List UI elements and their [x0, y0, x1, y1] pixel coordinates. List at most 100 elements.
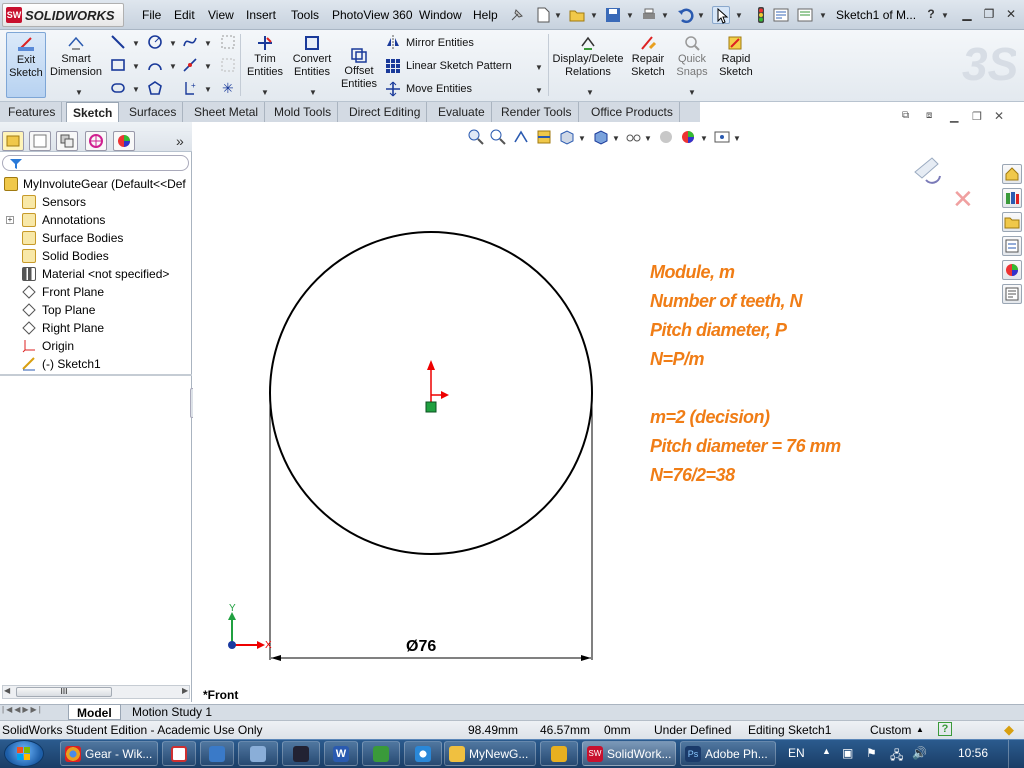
display-manager-tab-icon[interactable] — [113, 131, 135, 151]
taskbar-app3[interactable] — [200, 741, 234, 766]
solidworks-logo[interactable]: SW SOLIDWORKS — [2, 3, 124, 27]
tree-item-material[interactable]: Material <not specified> — [0, 265, 192, 283]
tree-item-solid-bodies[interactable]: Solid Bodies — [0, 247, 192, 265]
chevron-down-icon[interactable]: ▼ — [75, 88, 83, 97]
chevron-up-icon[interactable]: ▲ — [916, 721, 924, 739]
menu-window[interactable]: Window — [419, 8, 462, 22]
tree-item-surface-bodies[interactable]: Surface Bodies — [0, 229, 192, 247]
units-selector[interactable]: Custom — [870, 721, 911, 739]
linear-sketch-pattern-button[interactable]: Linear Sketch Pattern — [406, 60, 512, 72]
point-icon[interactable]: + — [182, 80, 198, 99]
tab-direct-editing[interactable]: Direct Editing — [343, 102, 428, 122]
doc-tile-icon[interactable]: ⧉ — [902, 110, 909, 121]
panel-divider[interactable] — [0, 374, 192, 376]
taskbar-folder-mynewgear[interactable]: MyNewG... — [444, 741, 536, 766]
diameter-dimension[interactable]: Ø76 — [406, 638, 436, 656]
chevron-down-icon[interactable]: ▼ — [261, 88, 269, 97]
tab-mold-tools[interactable]: Mold Tools — [268, 102, 339, 122]
expand-icon[interactable]: + — [6, 216, 14, 224]
chevron-down-icon[interactable]: ▼ — [132, 39, 140, 48]
move-icon[interactable] — [385, 81, 401, 100]
chevron-down-icon[interactable]: ▼ — [535, 86, 543, 95]
chevron-down-icon[interactable]: ▼ — [626, 11, 634, 20]
tree-item-sketch1[interactable]: (-) Sketch1 — [0, 355, 192, 373]
tree-item-top-plane[interactable]: Top Plane — [0, 301, 192, 319]
note-line[interactable]: Pitch diameter = 76 mm — [650, 436, 841, 457]
help-status-icon[interactable]: ? — [938, 722, 952, 736]
sketch-fillet-icon[interactable] — [182, 57, 198, 76]
select-cursor-icon[interactable] — [712, 6, 730, 24]
appearances-scenes-icon[interactable] — [1002, 260, 1022, 280]
tree-item-right-plane[interactable]: Right Plane — [0, 319, 192, 337]
note-line[interactable]: Pitch diameter, P — [650, 320, 787, 341]
configuration-manager-tab-icon[interactable] — [56, 131, 78, 151]
tab-model[interactable]: Model — [68, 704, 121, 720]
taskbar-app5[interactable] — [282, 741, 320, 766]
origin-point[interactable] — [425, 401, 437, 413]
close-icon[interactable]: ✕ — [1002, 6, 1020, 22]
scroll-left-icon[interactable]: ◀ — [4, 686, 10, 695]
tree-item-annotations[interactable]: + Annotations — [0, 211, 192, 229]
chevron-down-icon[interactable]: ▼ — [204, 85, 212, 94]
line-icon[interactable] — [110, 34, 126, 53]
offset-entities-button[interactable]: Offset Entities — [338, 44, 380, 110]
chevron-down-icon[interactable]: ▼ — [554, 11, 562, 20]
construction-geometry-icon[interactable] — [220, 34, 236, 53]
file-explorer-icon[interactable] — [1002, 212, 1022, 232]
action-center-icon[interactable]: ⚑ — [866, 746, 877, 760]
doc-close-icon[interactable]: ✕ — [994, 109, 1004, 123]
chevron-down-icon[interactable]: ▼ — [169, 62, 177, 71]
menu-tools[interactable]: Tools — [291, 8, 319, 22]
chevron-down-icon[interactable]: ▼ — [735, 11, 743, 20]
chevron-down-icon[interactable]: ▼ — [586, 88, 594, 97]
chevron-down-icon[interactable]: ▼ — [661, 11, 669, 20]
tree-item-front-plane[interactable]: Front Plane — [0, 283, 192, 301]
property-manager-tab-icon[interactable] — [29, 131, 51, 151]
new-document-icon[interactable] — [534, 6, 552, 24]
start-button[interactable] — [4, 740, 44, 767]
taskbar-media[interactable] — [540, 741, 578, 766]
move-entities-button[interactable]: Move Entities — [406, 83, 472, 95]
open-folder-icon[interactable] — [568, 6, 586, 24]
tree-filter-input[interactable] — [2, 155, 189, 171]
tab-sketch[interactable]: Sketch — [66, 102, 120, 122]
menu-file[interactable]: File — [142, 8, 161, 22]
chevron-down-icon[interactable]: ▼ — [941, 11, 949, 20]
note-line[interactable]: N=P/m — [650, 349, 705, 370]
taskbar-app7[interactable] — [362, 741, 400, 766]
taskbar-photoshop[interactable]: Ps Adobe Ph... — [680, 741, 776, 766]
tree-item-origin[interactable]: Origin — [0, 337, 192, 355]
menu-edit[interactable]: Edit — [174, 8, 195, 22]
tray-app-icon[interactable]: ▣ — [842, 746, 853, 760]
note-line[interactable]: Number of teeth, N — [650, 291, 803, 312]
tab-render-tools[interactable]: Render Tools — [495, 102, 579, 122]
mirror-icon[interactable] — [385, 34, 401, 53]
chevron-down-icon[interactable]: ▼ — [132, 85, 140, 94]
tab-surfaces[interactable]: Surfaces — [123, 102, 184, 122]
scrollbar-thumb[interactable]: III — [16, 687, 112, 697]
tab-evaluate[interactable]: Evaluate — [432, 102, 492, 122]
tab-office-products[interactable]: Office Products — [585, 102, 680, 122]
print-icon[interactable] — [640, 6, 658, 24]
menu-photoview[interactable]: PhotoView 360 — [332, 8, 413, 22]
rapid-sketch-button[interactable]: Rapid Sketch — [716, 32, 756, 98]
tab-motion-study[interactable]: Motion Study 1 — [124, 704, 220, 720]
tree-item-sensors[interactable]: Sensors — [0, 193, 192, 211]
taskbar-word[interactable]: W — [324, 741, 358, 766]
volume-icon[interactable]: 🔊 — [912, 746, 927, 760]
tab-features[interactable]: Features — [2, 102, 63, 122]
tab-sheet-metal[interactable]: Sheet Metal — [188, 102, 266, 122]
sketch-canvas[interactable] — [193, 122, 1001, 704]
show-desktop-button[interactable] — [1008, 740, 1024, 768]
chevron-down-icon[interactable]: ▼ — [819, 11, 827, 20]
polygon-icon[interactable] — [147, 80, 163, 99]
network-icon[interactable]: 🖧 — [890, 746, 903, 767]
feature-manager-tab-icon[interactable] — [2, 131, 24, 151]
text-icon[interactable] — [220, 57, 236, 76]
tab-scroll-icon[interactable]: |◀◀▶▶| — [2, 705, 43, 714]
save-icon[interactable] — [604, 6, 622, 24]
linear-pattern-icon[interactable] — [385, 58, 401, 77]
taskbar-chrome-gear[interactable]: Gear - Wik... — [60, 741, 158, 766]
note-line[interactable]: Module, m — [650, 262, 735, 283]
taskbar-app4[interactable] — [238, 741, 278, 766]
